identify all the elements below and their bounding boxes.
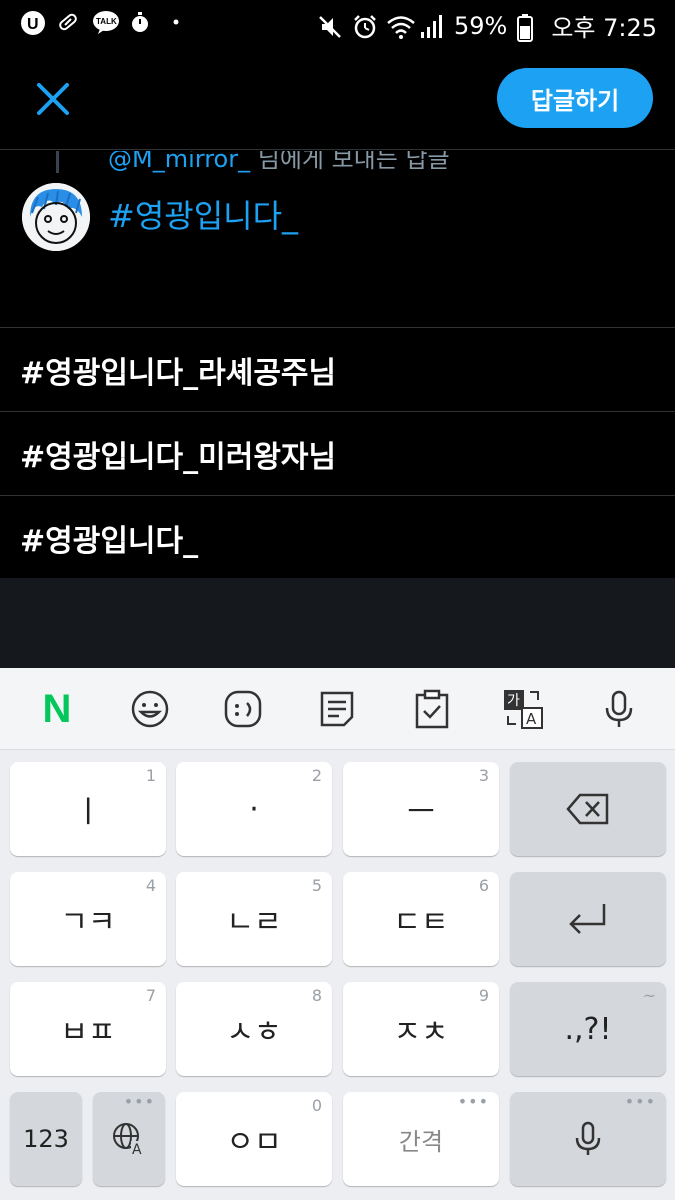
key-vowel-dot[interactable]: · 2: [176, 762, 332, 856]
key-hint: 8: [311, 986, 322, 1005]
svg-text:A: A: [526, 710, 537, 728]
key-hint: ~: [642, 986, 656, 1005]
keyboard-toolbar: N 가A: [0, 668, 675, 750]
backspace-icon: [566, 793, 609, 825]
close-button[interactable]: [30, 76, 76, 122]
voice-input-key[interactable]: •••: [510, 1092, 666, 1186]
translate-icon[interactable]: 가A: [500, 686, 546, 732]
key-siot[interactable]: ㅅㅎ 8: [176, 982, 332, 1076]
mute-icon: [318, 14, 342, 38]
signal-icon: [420, 14, 444, 38]
kakaotalk-icon: TALK: [92, 10, 119, 34]
key-hint: 1: [145, 766, 156, 785]
compose-input[interactable]: #영광입니다_: [108, 191, 298, 237]
emoticon-icon[interactable]: [220, 686, 266, 732]
key-label: .,?!: [564, 1011, 612, 1047]
key-digeut[interactable]: ㄷㅌ 6: [343, 872, 499, 966]
key-bieup[interactable]: ㅂㅍ 7: [10, 982, 166, 1076]
key-hint: 7: [145, 986, 156, 1005]
suggestion-item[interactable]: #영광입니다_미러왕자님: [0, 411, 675, 495]
memo-icon[interactable]: [314, 686, 360, 732]
enter-key[interactable]: [510, 872, 666, 966]
key-hint: 2: [311, 766, 322, 785]
key-nieun[interactable]: ㄴㄹ 5: [176, 872, 332, 966]
hashtag-suggestions: #영광입니다_라셰공주님 #영광입니다_미러왕자님 #영광입니다_: [0, 327, 675, 579]
status-time: 오후 7:25: [551, 14, 657, 42]
content-background: [0, 578, 675, 668]
emoji-icon[interactable]: [127, 686, 173, 732]
status-bar-left: U TALK: [20, 10, 188, 35]
globe-icon: A: [113, 1123, 145, 1157]
number-key[interactable]: 123: [10, 1092, 82, 1186]
reply-button[interactable]: 답글하기: [497, 68, 653, 128]
key-label: 간격: [398, 1127, 444, 1156]
wifi-icon: [386, 14, 415, 39]
key-label: ㄴㄹ: [226, 905, 282, 940]
key-hint: 0: [311, 1096, 322, 1115]
status-bar: U TALK 59% 오후 7:25: [0, 0, 675, 48]
suggestion-item[interactable]: #영광입니다_: [0, 495, 675, 579]
key-label: ㅈㅊ: [393, 1015, 449, 1050]
key-label: ㄷㅌ: [393, 905, 449, 940]
naver-n-label: N: [42, 686, 72, 731]
mic-icon[interactable]: [596, 686, 642, 732]
key-hint: 9: [478, 986, 489, 1005]
clipboard-icon[interactable]: [409, 686, 455, 732]
backspace-key[interactable]: [510, 762, 666, 856]
key-hint: 6: [478, 876, 489, 895]
keyboard: N 가A ㅣ1 · 2 ㅡ3 ㄱㅋ 4 ㄴㄹ 5 ㄷㅌ 6 ㅂㅍ 7 ㅅㅎ 8 ㅈㅊ 9 .,…: [0, 668, 675, 1200]
key-label: 123: [23, 1125, 69, 1153]
key-ieung[interactable]: ㅇㅁ 0: [176, 1092, 332, 1186]
reply-to-suffix: 님에게 보내는 답글: [257, 151, 450, 173]
avatar: [22, 183, 90, 251]
thread-line: [56, 151, 59, 173]
reply-to-label: @M_mirror_ 님에게 보내는 답글: [108, 151, 450, 174]
svg-text:TALK: TALK: [96, 17, 117, 26]
more-dots: •••: [457, 1092, 489, 1111]
enter-icon: [569, 904, 606, 934]
space-key[interactable]: 간격 •••: [343, 1092, 499, 1186]
key-hint: 3: [478, 766, 489, 785]
key-giyeok[interactable]: ㄱㅋ 4: [10, 872, 166, 966]
more-dots: •••: [624, 1092, 656, 1111]
punctuation-key[interactable]: .,?! ~: [510, 982, 666, 1076]
dot-icon: [164, 10, 188, 34]
key-hint: 4: [145, 876, 156, 895]
close-icon: [37, 83, 69, 115]
status-bar-right: 59% 오후 7:25: [318, 8, 657, 43]
key-jieut[interactable]: ㅈㅊ 9: [343, 982, 499, 1076]
compose-area: @M_mirror_ 님에게 보내는 답글 #영광입니다_: [0, 151, 675, 327]
svg-text:가: 가: [507, 693, 520, 709]
naver-n-icon[interactable]: N: [34, 686, 80, 732]
svg-text:U: U: [27, 16, 39, 33]
key-label: ·: [249, 791, 259, 827]
battery-icon: [517, 13, 541, 42]
key-label: ㅇㅁ: [226, 1125, 282, 1160]
key-vowel-i[interactable]: ㅣ1: [10, 762, 166, 856]
pill-icon: [56, 10, 80, 34]
suggestion-item[interactable]: #영광입니다_라셰공주님: [0, 327, 675, 411]
svg-text:A: A: [132, 1142, 142, 1157]
key-label: ㅂㅍ: [60, 1015, 116, 1050]
uplus-icon: U: [20, 10, 45, 35]
compose-header: 답글하기: [0, 48, 675, 150]
mic-icon: [575, 1121, 601, 1155]
key-hint: 5: [311, 876, 322, 895]
language-key[interactable]: ••• A: [93, 1092, 165, 1186]
key-label: ㅡ: [407, 795, 435, 830]
key-vowel-eu[interactable]: ㅡ3: [343, 762, 499, 856]
stopwatch-icon: [128, 10, 152, 34]
key-label: ㄱㅋ: [60, 905, 116, 940]
key-label: ㅅㅎ: [226, 1015, 282, 1050]
battery-percent: 59%: [453, 11, 508, 40]
key-label: ㅣ: [74, 795, 102, 830]
alarm-icon: [352, 14, 376, 38]
more-dots: •••: [123, 1092, 155, 1111]
reply-to-handle[interactable]: @M_mirror_: [108, 151, 250, 173]
